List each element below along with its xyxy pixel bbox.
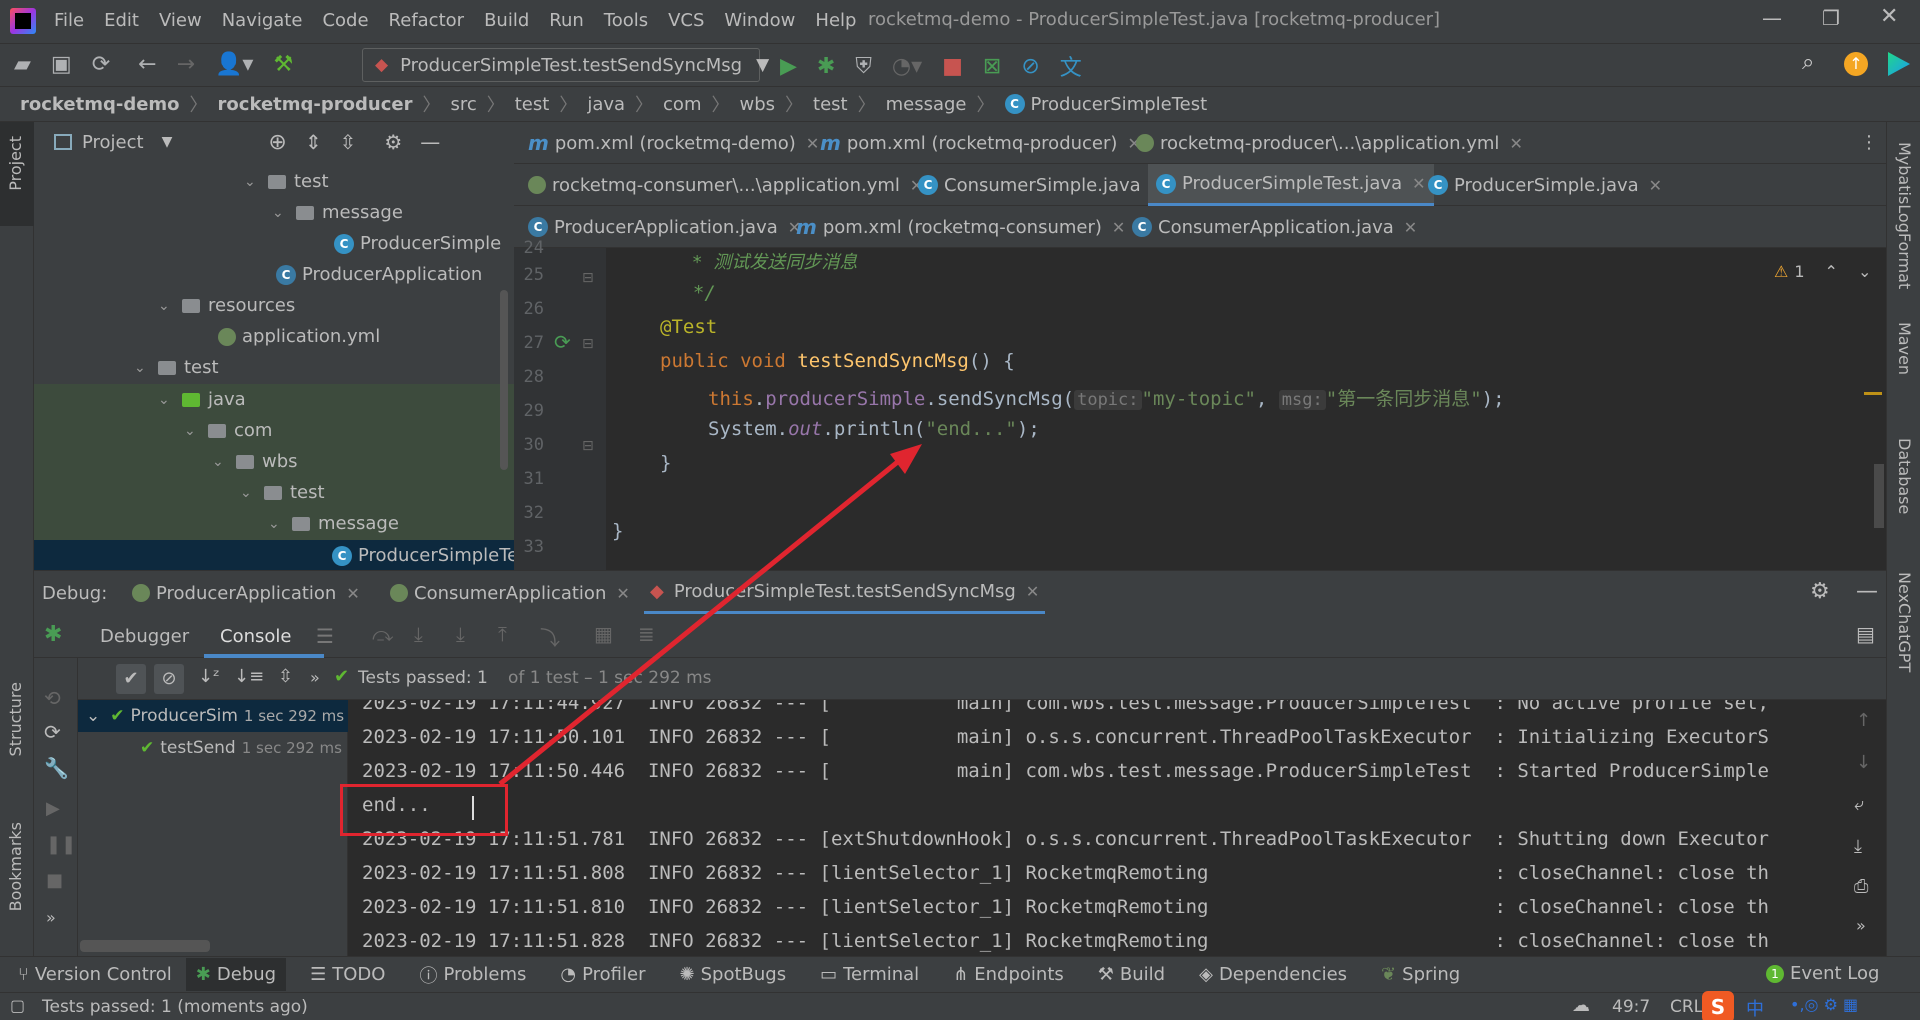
tool-window-bar: ⑂ Version Control ✱ Debug ☰ TODO ⓘ Problems … [0, 956, 1920, 992]
tool-endpoints[interactable]: ⋔ Endpoints [953, 964, 1064, 985]
info-icon: ⓘ [419, 965, 438, 987]
caret-position[interactable]: 49:7 [1612, 997, 1650, 1017]
event-log-icon: 1 [1766, 964, 1784, 983]
ime-logo-icon: S [1702, 991, 1734, 1020]
tool-version-control[interactable]: ⑂ Version Control [18, 964, 172, 985]
annotation-arrow [498, 444, 922, 786]
list-icon: ☰ [310, 964, 327, 985]
tool-profiler[interactable]: ◔ Profiler [560, 964, 645, 985]
spring-leaf-icon: ❦ [1381, 964, 1397, 985]
tool-problems[interactable]: ⓘ Problems [419, 962, 526, 988]
status-message[interactable]: Tests passed: 1 (moments ago) [42, 997, 308, 1017]
hammer-icon: ⚒ [1097, 964, 1114, 985]
tool-terminal[interactable]: ▭ Terminal [820, 964, 919, 985]
terminal-icon: ▭ [820, 964, 838, 985]
ime-mode[interactable]: 中 [1746, 995, 1764, 1020]
tool-event-log[interactable]: 1 Event Log [1766, 963, 1879, 984]
tool-todo[interactable]: ☰ TODO [310, 964, 385, 985]
power-save-icon[interactable]: ☁ [1572, 995, 1590, 1016]
tool-debug[interactable]: ✱ Debug [185, 958, 287, 991]
tool-dependencies[interactable]: ◈ Dependencies [1199, 964, 1347, 985]
tool-spotbugs[interactable]: ✺ SpotBugs [680, 964, 787, 985]
tool-build[interactable]: ⚒ Build [1098, 964, 1165, 985]
status-panel-icon[interactable]: ▢ [10, 996, 25, 1015]
tool-spring[interactable]: ❦ Spring [1381, 964, 1460, 985]
line-separator[interactable]: CRL [1670, 997, 1703, 1017]
ime-tools-icon[interactable]: •,◎ ⚙ ▦ [1790, 995, 1858, 1014]
branch-icon: ⑂ [18, 964, 29, 985]
bug-icon: ✺ [679, 964, 695, 985]
debug-icon: ✱ [195, 964, 211, 985]
endpoints-icon: ⋔ [953, 964, 969, 985]
layers-icon: ◈ [1199, 964, 1213, 985]
profiler-icon: ◔ [560, 964, 577, 985]
status-bar: ▢ Tests passed: 1 (moments ago) ☁ 49:7 C… [0, 991, 1920, 1020]
